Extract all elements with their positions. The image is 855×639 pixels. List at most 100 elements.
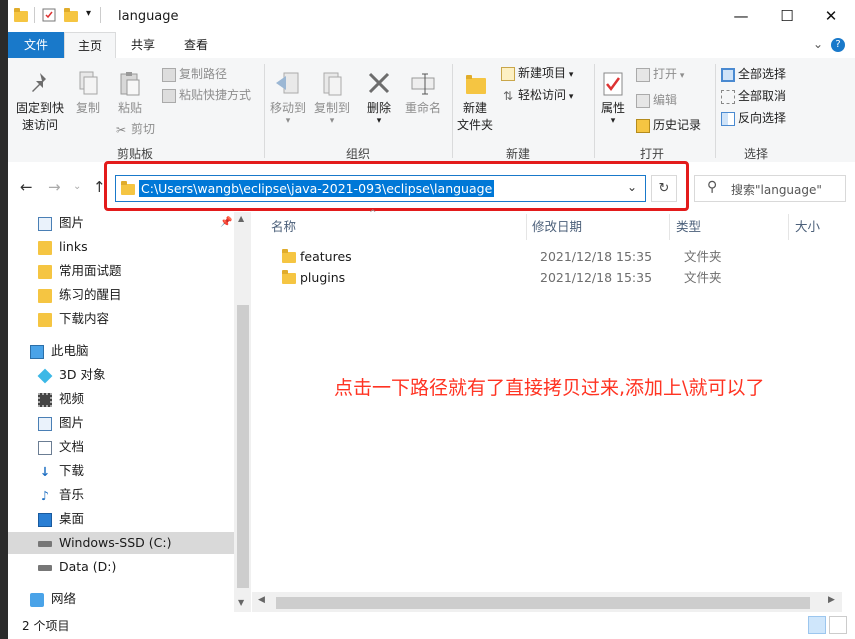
search-input[interactable]: ⚲ 搜索"language" <box>694 175 846 202</box>
forward-arrow-icon[interactable]: → <box>48 178 61 196</box>
close-button[interactable]: ✕ <box>808 0 854 32</box>
scroll-up-icon[interactable]: ▲ <box>238 214 244 223</box>
folder-icon <box>38 288 52 303</box>
open-button[interactable]: 打开 ▾ <box>636 64 684 84</box>
video-icon <box>38 392 52 407</box>
clipboard-group-label: 剪贴板 <box>116 147 153 161</box>
nav-item-music[interactable]: ♪ 音乐 <box>38 484 84 506</box>
navigation-pane: 图片 📌 links 常用面试题 练习的醒目 下载内容 此电脑 3D 对象 视频… <box>8 212 251 612</box>
delete-button[interactable]: 删除 ▾ <box>361 70 397 126</box>
properties-quick-icon[interactable] <box>42 8 56 22</box>
collapse-ribbon-icon[interactable]: ⌄ <box>813 37 823 51</box>
nav-item-pictures[interactable]: 图片 <box>38 412 84 434</box>
select-none-button[interactable]: 全部取消 <box>721 86 786 106</box>
new-folder-icon <box>454 70 496 100</box>
open-group-label: 打开 <box>639 147 664 161</box>
invert-selection-button[interactable]: 反向选择 <box>721 108 786 128</box>
status-bar: 2 个项目 <box>8 612 855 639</box>
tab-home[interactable]: 主页 <box>64 32 116 58</box>
nav-item-3d[interactable]: 3D 对象 <box>37 364 106 386</box>
column-separator[interactable] <box>526 214 527 240</box>
nav-scroll-thumb[interactable] <box>237 305 249 588</box>
new-folder-button[interactable]: 新建 文件夹 <box>454 70 496 134</box>
new-folder-quick-icon[interactable] <box>64 8 78 22</box>
delete-x-icon <box>361 70 397 100</box>
history-label: 历史记录 <box>653 118 702 132</box>
minimize-button[interactable]: — <box>718 0 764 32</box>
column-header-name[interactable]: 名称 <box>271 215 296 239</box>
large-icons-view-button[interactable] <box>829 616 847 634</box>
copy-path-button[interactable]: 复制路径 <box>162 64 227 84</box>
column-header-type[interactable]: 类型 <box>676 215 701 239</box>
delete-label: 删除 <box>366 101 391 115</box>
nav-item-label: 下载内容 <box>58 311 109 326</box>
copy-to-button[interactable]: 复制到 ▾ <box>311 70 353 126</box>
invert-selection-label: 反向选择 <box>738 111 787 125</box>
dropdown-arrow-icon: ▾ <box>610 116 616 126</box>
maximize-button[interactable]: ☐ <box>764 0 810 32</box>
nav-item-video[interactable]: 视频 <box>38 388 84 410</box>
folder-icon <box>282 249 296 263</box>
select-all-icon <box>721 67 735 82</box>
cut-button[interactable]: ✂ 剪切 <box>114 119 155 139</box>
nav-item-interview[interactable]: 常用面试题 <box>38 260 122 282</box>
nav-item-documents[interactable]: 文档 <box>38 436 84 458</box>
copy-button[interactable]: 复制 <box>70 70 106 117</box>
edit-icon <box>636 93 650 108</box>
nav-item-desktop[interactable]: 桌面 <box>38 508 84 530</box>
new-item-button[interactable]: 新建项目 ▾ <box>501 63 573 83</box>
nav-item-label: 图片 <box>58 415 84 430</box>
easy-access-button[interactable]: ⇅ 轻松访问 ▾ <box>501 85 573 105</box>
folder-icon[interactable] <box>14 8 28 22</box>
rename-button[interactable]: 重命名 <box>401 70 445 117</box>
properties-button[interactable]: 属性 ▾ <box>596 70 630 126</box>
nav-item-links[interactable]: links <box>38 236 88 258</box>
nav-item-downloads-quick[interactable]: 下载内容 <box>38 308 109 330</box>
nav-item-network[interactable]: 网络 <box>30 588 76 610</box>
nav-item-downloads[interactable]: ↓ 下载 <box>38 460 84 482</box>
column-header-size[interactable]: 大小 <box>795 215 820 239</box>
tab-view[interactable]: 查看 <box>171 32 221 58</box>
nav-item-practice[interactable]: 练习的醒目 <box>38 284 122 306</box>
pin-quick-access-button[interactable]: 固定到快 速访问 <box>12 70 68 134</box>
scroll-right-icon[interactable]: ▶ <box>828 595 835 605</box>
column-separator[interactable] <box>669 214 670 240</box>
rename-icon <box>401 70 445 100</box>
tab-share[interactable]: 共享 <box>118 32 168 58</box>
customize-quick-access-icon[interactable]: ▾ <box>86 8 91 19</box>
scroll-left-icon[interactable]: ◀ <box>258 595 265 605</box>
nav-item-label: Data (D:) <box>58 559 117 574</box>
nav-item-this-pc[interactable]: 此电脑 <box>30 340 89 362</box>
help-icon[interactable]: ? <box>831 38 845 52</box>
select-all-button[interactable]: 全部选择 <box>721 64 786 84</box>
back-arrow-icon[interactable]: ← <box>20 178 33 196</box>
select-all-label: 全部选择 <box>738 67 787 81</box>
history-button[interactable]: 历史记录 <box>636 115 701 135</box>
folder-icon <box>38 240 52 255</box>
nav-item-label: 下载 <box>58 463 84 478</box>
table-row[interactable]: features 2021/12/18 15:35 文件夹 <box>280 246 840 267</box>
details-view-button[interactable] <box>808 616 826 634</box>
recent-locations-chevron-icon[interactable]: ⌄ <box>73 181 81 192</box>
rename-label: 重命名 <box>404 101 441 115</box>
tab-file[interactable]: 文件 <box>8 32 64 58</box>
edit-button[interactable]: 编辑 <box>636 90 677 110</box>
horizontal-scroll-thumb[interactable] <box>276 597 810 609</box>
move-to-button[interactable]: 移动到 ▾ <box>267 70 309 126</box>
nav-item-drive-c[interactable]: Windows-SSD (C:) <box>8 532 234 554</box>
paste-shortcut-button[interactable]: 粘贴快捷方式 <box>162 85 251 105</box>
paste-button[interactable]: 粘贴 <box>112 70 148 117</box>
group-divider <box>594 64 595 158</box>
file-name: features <box>300 249 352 264</box>
copy-to-label: 复制到 <box>313 101 350 115</box>
table-row[interactable]: plugins 2021/12/18 15:35 文件夹 <box>280 267 840 288</box>
dropdown-arrow-icon: ▾ <box>285 116 291 126</box>
column-separator[interactable] <box>788 214 789 240</box>
scroll-down-icon[interactable]: ▼ <box>238 598 244 607</box>
column-header-modified[interactable]: 修改日期 <box>532 215 582 239</box>
pin-icon[interactable]: 📌 <box>220 217 232 228</box>
nav-item-drive-d[interactable]: Data (D:) <box>38 556 116 578</box>
nav-item-pictures-quick[interactable]: 图片 <box>38 212 84 234</box>
new-folder-label-2: 文件夹 <box>456 118 493 132</box>
nav-item-label: links <box>58 239 88 254</box>
